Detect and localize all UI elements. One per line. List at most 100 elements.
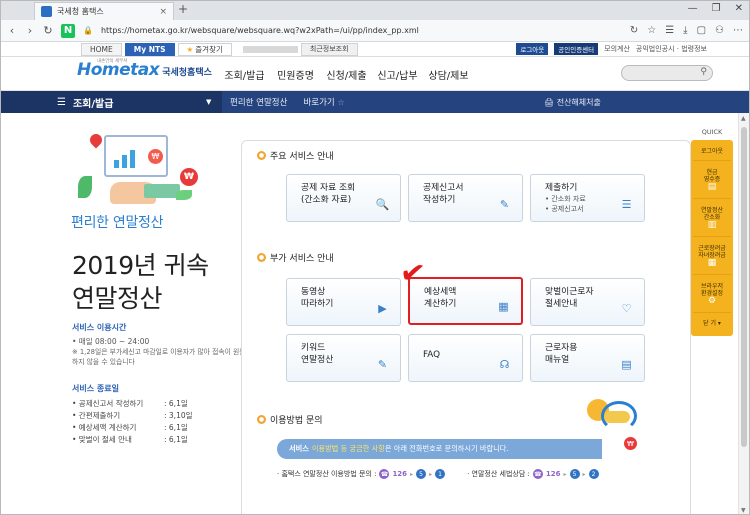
card-estimated-tax[interactable]: 예상세액 계산하기 ▦ (408, 277, 523, 325)
nav-item-inquiry[interactable]: 조회/발급 (219, 67, 270, 82)
logo-brand: 국세청홈택스 (162, 68, 212, 78)
list-item: • 간편제출하기: 3,10일 (72, 411, 193, 420)
nav-item-certificate[interactable]: 민원증명 (270, 67, 321, 82)
section-title: 부가 서비스 안내 (270, 254, 334, 264)
browser-tab-bar: 국세청 홈택스 × + — ❐ ✕ (1, 1, 749, 20)
scroll-thumb[interactable] (741, 127, 747, 447)
star-icon: ★ (186, 44, 194, 54)
new-tab-icon[interactable]: + (178, 2, 188, 16)
close-tab-icon[interactable]: × (159, 7, 167, 17)
refresh-icon[interactable]: ↻ (43, 24, 53, 37)
list-item: • 맞벌이 절세 안내: 6,1일 (72, 435, 188, 444)
service-hours-title: 서비스 이용시간 (72, 323, 127, 332)
card-deduction-lookup[interactable]: 공제 자료 조회 (간소화 자료) 🔍 (286, 174, 401, 222)
site-top-strip: HOME My NTS ★ 즐겨찾기 최근정보조회 로그아웃 공인인증센터 모의계… (1, 42, 749, 57)
current-menu[interactable]: ☰ 조회/발급 ▼ (1, 91, 222, 113)
menu-number: 5 (416, 469, 427, 479)
quick-item-browser-settings[interactable]: 브라우저 환경설정 ⚙ (693, 275, 731, 313)
card-faq[interactable]: FAQ ☊ (408, 334, 523, 382)
section-bullet-icon: ● (257, 415, 266, 424)
phone-number: 126 (545, 470, 561, 478)
phone-number: 126 (392, 470, 408, 478)
nav-item-filing[interactable]: 신고/납부 (372, 67, 423, 82)
minimize-icon[interactable]: — (688, 3, 698, 14)
manual-icon: ▤ (621, 358, 632, 371)
quick-item-receipt[interactable]: 현금 영수증 ▤ (693, 161, 731, 199)
receipt-icon: ▤ (707, 181, 717, 192)
card-submit[interactable]: 제출하기 • 간소화 자료 • 공제신고서 ☰ (530, 174, 645, 222)
url-field[interactable]: https://hometax.go.kr/websquare/websquar… (101, 26, 622, 35)
chevron-down-icon[interactable]: ▼ (206, 98, 211, 106)
quick-item-logout[interactable]: 로그아웃 (693, 143, 731, 161)
help-banner: 서비스 이용방법 등 궁금한 사항 은 아래 전화번호로 문의하시기 바랍니다. (277, 439, 602, 459)
current-menu-label: 조회/발급 (72, 98, 114, 110)
menu-number: 2 (588, 469, 599, 479)
section-title: 주요 서비스 안내 (270, 152, 334, 162)
mynts-button[interactable]: My NTS (124, 42, 175, 56)
shortcut-label: 바로가기 (303, 98, 335, 108)
nav-item-consult[interactable]: 상담/제보 (423, 67, 474, 82)
profile-icon[interactable]: ⚇ (715, 25, 724, 36)
window-controls: — ❐ ✕ (688, 3, 743, 14)
arrow-icon: ▸ (410, 470, 414, 478)
card-dual-income[interactable]: 맞벌이근로자 절세안내 ♡ (530, 278, 645, 326)
card-keyword[interactable]: 키워드 연말정산 ✎ (286, 334, 401, 382)
quick-menu: QUICK 로그아웃 현금 영수증 ▤ 연말정산 간소화 ▥ 근로장려금 자녀장려금… (691, 128, 733, 336)
section-title: 이용방법 문의 (270, 416, 323, 426)
arrow-icon: ▸ (429, 470, 433, 478)
card-deduction-form[interactable]: 공제신고서 작성하기 ✎ (408, 174, 523, 222)
magnifier-icon: 🔍 (375, 198, 390, 211)
shortcut-button[interactable]: 바로가기 ☆ (303, 96, 344, 108)
quick-close-button[interactable]: 닫 기 ▾ (693, 313, 731, 333)
phone-icon: ☎ (379, 469, 390, 479)
bookmark-star-icon[interactable]: ☆ (647, 25, 656, 36)
nav-item-application[interactable]: 신청/제출 (321, 67, 372, 82)
download-icon[interactable]: ⤓ (683, 25, 687, 36)
help-suffix: 은 아래 전화번호로 문의하시기 바랍니다. (384, 444, 509, 453)
lock-icon: 🔒 (83, 26, 93, 35)
quick-item-simplified[interactable]: 연말정산 간소화 ▥ (693, 199, 731, 237)
close-window-icon[interactable]: ✕ (735, 3, 743, 14)
search-icon[interactable]: ⚲ (700, 67, 707, 77)
hamburger-icon[interactable]: ☰ (57, 97, 66, 108)
page-scrollbar[interactable]: ▲ ▼ (738, 113, 749, 514)
browser-toolbar: ↻ ☆ ☰ ⤓ ▢ ⚇ ⋯ (630, 25, 743, 36)
scroll-down-icon[interactable]: ▼ (741, 507, 746, 514)
forward-icon[interactable]: › (25, 24, 35, 37)
mock-calc-link[interactable]: 모의계산 (604, 44, 630, 54)
favorite-button[interactable]: ★ 즐겨찾기 (177, 42, 232, 56)
list-item: • 예상세액 계산하기: 6,1일 (72, 423, 188, 432)
quick-item-incentive[interactable]: 근로장려금 자녀장려금 ▦ (693, 237, 731, 275)
reload-icon[interactable]: ↻ (630, 25, 638, 36)
logout-button[interactable]: 로그아웃 (516, 43, 549, 55)
coin-icon: ₩ (148, 149, 163, 164)
favorites-icon[interactable]: ☰ (665, 25, 674, 36)
print-link[interactable]: 🖨 전산해체처출 (544, 97, 601, 108)
headset-icon: ☊ (499, 358, 510, 371)
capture-icon[interactable]: ▢ (697, 25, 706, 36)
more-icon[interactable]: ⋯ (733, 25, 743, 36)
home-button[interactable]: HOME (81, 42, 122, 56)
card-manual[interactable]: 근로자용 매뉴얼 ▤ (530, 334, 645, 382)
card-video-guide[interactable]: 동영상 따라하기 ▶ (286, 278, 401, 326)
hometax-logo[interactable]: 내손안의 세무서 Hometax 국세청홈택스 (77, 59, 212, 80)
section-bullet-icon: ● (257, 151, 266, 160)
back-icon[interactable]: ‹ (7, 24, 17, 37)
chat-dots-icon (604, 411, 630, 423)
cert-center-button[interactable]: 공인인증센터 (554, 43, 599, 55)
search-input[interactable]: ⚲ (621, 65, 713, 81)
public-info-link[interactable]: 공익법인공시 · 법령정보 (636, 44, 707, 54)
bar-graph-icon (114, 150, 135, 168)
naver-logo-icon[interactable]: N (61, 23, 75, 38)
section-main-services: ● 주요 서비스 안내 (257, 149, 334, 162)
print-icon: 🖨 (544, 97, 555, 107)
maximize-icon[interactable]: ❐ (712, 3, 721, 14)
help-highlight: 이용방법 등 궁금한 사항 (311, 444, 385, 453)
browser-tab[interactable]: 국세청 홈택스 × (34, 2, 174, 20)
menu-number: 5 (569, 469, 580, 479)
section-bullet-icon: ● (257, 253, 266, 262)
scroll-up-icon[interactable]: ▲ (741, 115, 746, 122)
sub-nav-bar: ☰ 조회/발급 ▼ 편리한 연말정산 바로가기 ☆ 🖨 전산해체처출 (1, 91, 749, 113)
calculator-icon: ▦ (498, 300, 509, 313)
recent-history-button[interactable]: 최근정보조회 (300, 42, 358, 56)
